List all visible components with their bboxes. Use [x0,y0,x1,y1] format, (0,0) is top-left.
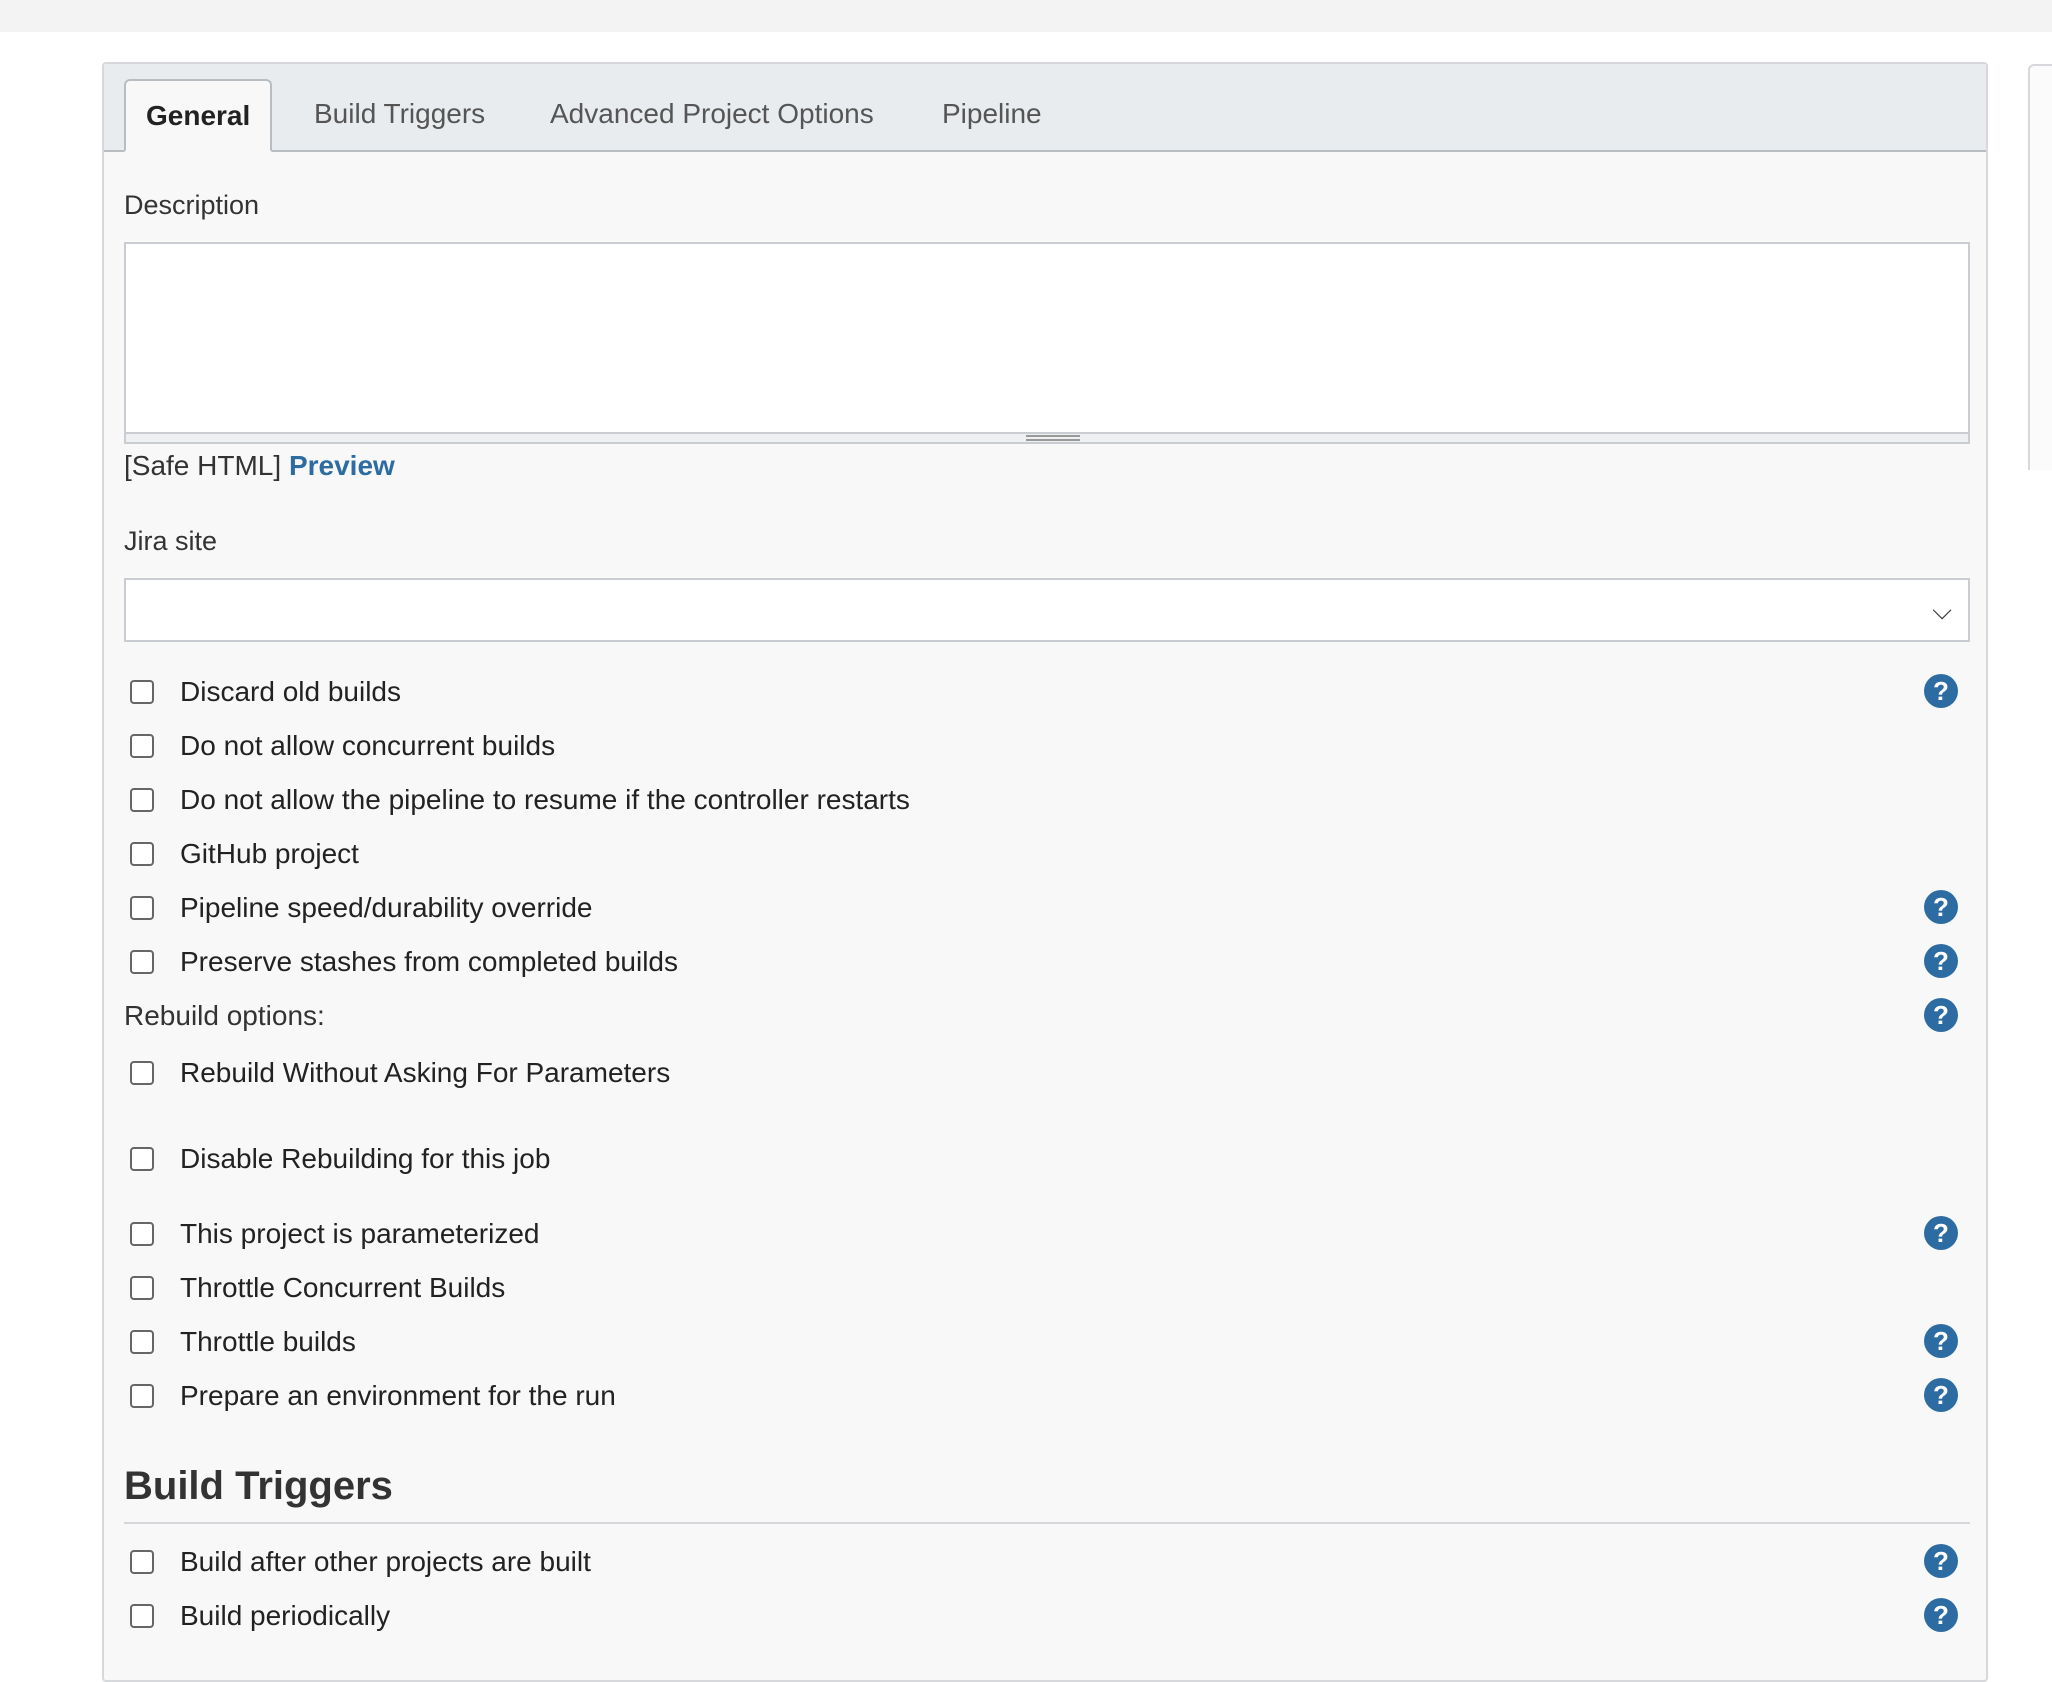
option-label: This project is parameterized [180,1218,540,1249]
tab-pipeline[interactable]: Pipeline [942,79,1042,152]
checkbox[interactable] [130,1222,154,1246]
checkbox[interactable] [130,1384,154,1408]
jira-site-select[interactable]: ⌵ [124,578,1970,642]
option-label: Build periodically [180,1600,391,1631]
tab-build-triggers[interactable]: Build Triggers [314,79,485,152]
help-icon[interactable]: ? [1924,1544,1958,1578]
help-icon[interactable]: ? [1924,998,1958,1032]
option-label: Preserve stashes from completed builds [180,946,678,977]
checkbox[interactable] [130,1061,154,1085]
description-label: Description [124,190,260,220]
checkbox[interactable] [130,842,154,866]
checkbox[interactable] [130,1550,154,1574]
checkbox[interactable] [130,734,154,758]
checkbox[interactable] [130,1604,154,1628]
option-label: Disable Rebuilding for this job [180,1143,551,1174]
help-icon[interactable]: ? [1924,674,1958,708]
side-panel-edge [2028,64,2052,470]
option-label: Build after other projects are built [180,1546,591,1577]
textarea-resize-bar[interactable] [126,432,1968,442]
rebuild-options-heading: Rebuild options: [124,1000,325,1031]
option-label: Do not allow the pipeline to resume if t… [180,784,910,815]
option-label: Throttle Concurrent Builds [180,1272,506,1303]
safe-html-label: [Safe HTML] [124,450,282,481]
help-icon[interactable]: ? [1924,1324,1958,1358]
help-icon[interactable]: ? [1924,944,1958,978]
tab-general[interactable]: General [124,79,273,152]
option-label: Throttle builds [180,1326,356,1357]
option-label: Do not allow concurrent builds [180,730,556,761]
checkbox[interactable] [130,788,154,812]
section-divider [124,1522,1970,1524]
build-triggers-heading: Build Triggers [124,1464,393,1508]
chevron-down-icon: ⌵ [1932,595,1952,625]
help-icon[interactable]: ? [1924,890,1958,924]
checkbox[interactable] [130,1147,154,1171]
option-label: Rebuild Without Asking For Parameters [180,1057,671,1088]
description-textarea[interactable] [124,242,1970,444]
option-label: Prepare an environment for the run [180,1380,616,1411]
safe-html-note: [Safe HTML] Preview [124,450,395,482]
help-icon[interactable]: ? [1924,1378,1958,1412]
preview-link[interactable]: Preview [289,450,395,481]
option-label: GitHub project [180,838,359,869]
option-label: Pipeline speed/durability override [180,892,593,923]
option-label: Discard old builds [180,676,401,707]
checkbox[interactable] [130,896,154,920]
top-bar [0,0,2052,32]
checkbox[interactable] [130,950,154,974]
checkbox[interactable] [130,680,154,704]
config-panel: General Build Triggers Advanced Project … [102,62,1988,1682]
resize-grip-icon[interactable] [1026,435,1080,441]
help-icon[interactable]: ? [1924,1216,1958,1250]
help-icon[interactable]: ? [1924,1598,1958,1632]
jira-site-label: Jira site [124,526,218,556]
checkbox[interactable] [130,1330,154,1354]
tab-bar: General Build Triggers Advanced Project … [104,64,1986,152]
tab-advanced-project-options[interactable]: Advanced Project Options [550,79,874,152]
checkbox[interactable] [130,1276,154,1300]
